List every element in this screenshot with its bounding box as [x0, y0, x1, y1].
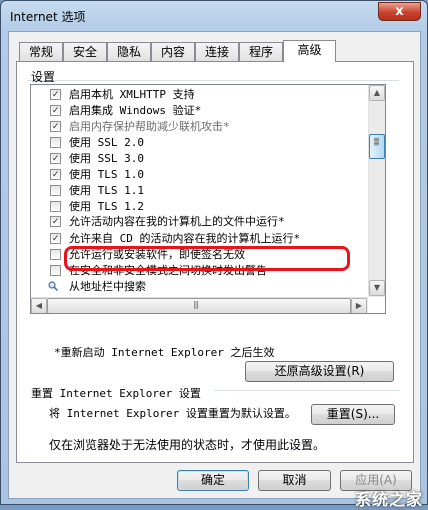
checkbox-checked-icon[interactable]: ✓ — [50, 169, 61, 180]
vertical-scrollbar[interactable]: ▲ ≡ ≡ ▼ — [368, 85, 385, 297]
checkbox-checked-icon[interactable]: ✓ — [50, 153, 61, 164]
tab-content[interactable]: 内容 — [151, 42, 195, 61]
checkbox-unchecked-icon[interactable] — [50, 137, 61, 148]
watermark: 系统之家 — [354, 490, 423, 509]
tab-connections[interactable]: 连接 — [195, 42, 239, 61]
search-category-icon — [48, 281, 58, 291]
horizontal-scrollbar[interactable]: ◀ ||| ▶ — [31, 297, 368, 313]
scroll-right-icon[interactable]: ▶ — [351, 298, 367, 313]
restore-advanced-button[interactable]: 还原高级设置(R) — [245, 361, 394, 382]
setting-item[interactable]: ✓ 允许来自 CD 的活动内容在我的计算机上运行* — [31, 231, 361, 247]
settings-group-divider — [27, 80, 399, 81]
reset-section-title: 重置 Internet Explorer 设置 — [31, 387, 201, 400]
checkbox-checked-icon[interactable]: ✓ — [50, 105, 61, 116]
annotation-highlight-box — [64, 246, 350, 271]
close-button[interactable]: x — [378, 2, 421, 21]
cancel-button[interactable]: 取消 — [258, 470, 331, 491]
checkbox-unchecked-icon[interactable] — [50, 265, 61, 276]
checkbox-unchecked-icon[interactable] — [50, 185, 61, 196]
tab-programs[interactable]: 程序 — [239, 42, 283, 61]
settings-listbox[interactable]: ✓ 启用本机 XMLHTTP 支持 ✓ 启用集成 Windows 验证* ✓ 启… — [30, 84, 386, 314]
grip-icon: ||| — [193, 300, 199, 309]
dialog-client: 常规 安全 隐私 内容 连接 程序 高级 设置 ✓ 启用本机 XMLHTTP 支… — [8, 31, 421, 499]
advanced-panel: 设置 ✓ 启用本机 XMLHTTP 支持 ✓ 启用集成 Windows 验证* … — [16, 61, 414, 463]
checkbox-unchecked-icon[interactable] — [50, 201, 61, 212]
setting-item[interactable]: ✓ 使用 TLS 1.0 — [31, 167, 361, 183]
checkbox-checked-icon[interactable]: ✓ — [50, 216, 61, 227]
setting-item[interactable]: ✓ 启用集成 Windows 验证* — [31, 103, 361, 119]
ok-button[interactable]: 确定 — [177, 470, 249, 491]
restart-note: *重新启动 Internet Explorer 之后生效 — [54, 346, 275, 359]
horizontal-scroll-thumb[interactable]: ||| — [47, 298, 351, 313]
settings-group-label: 设置 — [31, 70, 56, 84]
setting-item[interactable]: 使用 TLS 1.2 — [31, 199, 361, 215]
checkbox-checked-icon[interactable]: ✓ — [50, 121, 61, 132]
reset-group-divider — [214, 390, 399, 391]
setting-item[interactable]: ✓ 启用内存保护帮助减少联机攻击* — [31, 119, 361, 135]
setting-item-allow-active-content[interactable]: ✓ 允许活动内容在我的计算机上的文件中运行* — [31, 214, 361, 230]
dialog-window: Internet 选项 x 常规 安全 隐私 内容 连接 程序 高级 设置 ✓ … — [0, 0, 428, 509]
checkbox-checked-icon[interactable]: ✓ — [50, 89, 61, 100]
checkbox-checked-icon[interactable]: ✓ — [50, 233, 61, 244]
window-title: Internet 选项 — [10, 10, 86, 24]
setting-item[interactable]: 使用 SSL 2.0 — [31, 135, 361, 151]
setting-item[interactable]: 从地址栏中搜索 — [31, 279, 361, 295]
tab-advanced[interactable]: 高级 — [283, 40, 336, 62]
scroll-up-icon[interactable]: ▲ — [369, 85, 385, 101]
setting-item[interactable]: ✓ 使用 SSL 3.0 — [31, 151, 361, 167]
checkbox-unchecked-icon[interactable] — [50, 249, 61, 260]
tab-security[interactable]: 安全 — [63, 42, 107, 61]
reset-button[interactable]: 重置(S)... — [311, 404, 395, 425]
reset-description: 将 Internet Explorer 设置重置为默认设置。 — [49, 407, 296, 420]
scroll-down-icon[interactable]: ▼ — [369, 280, 385, 296]
vertical-scroll-thumb[interactable]: ≡ ≡ — [369, 134, 385, 159]
setting-item[interactable]: ✓ 启用本机 XMLHTTP 支持 — [31, 87, 361, 103]
scroll-left-icon[interactable]: ◀ — [31, 298, 47, 313]
grip-icon: ≡ ≡ — [373, 135, 380, 148]
tab-privacy[interactable]: 隐私 — [107, 42, 151, 61]
reset-hint: 仅在浏览器处于无法使用的状态时，才使用此设置。 — [49, 438, 326, 452]
tab-general[interactable]: 常规 — [19, 42, 63, 61]
setting-item[interactable]: 使用 TLS 1.1 — [31, 183, 361, 199]
